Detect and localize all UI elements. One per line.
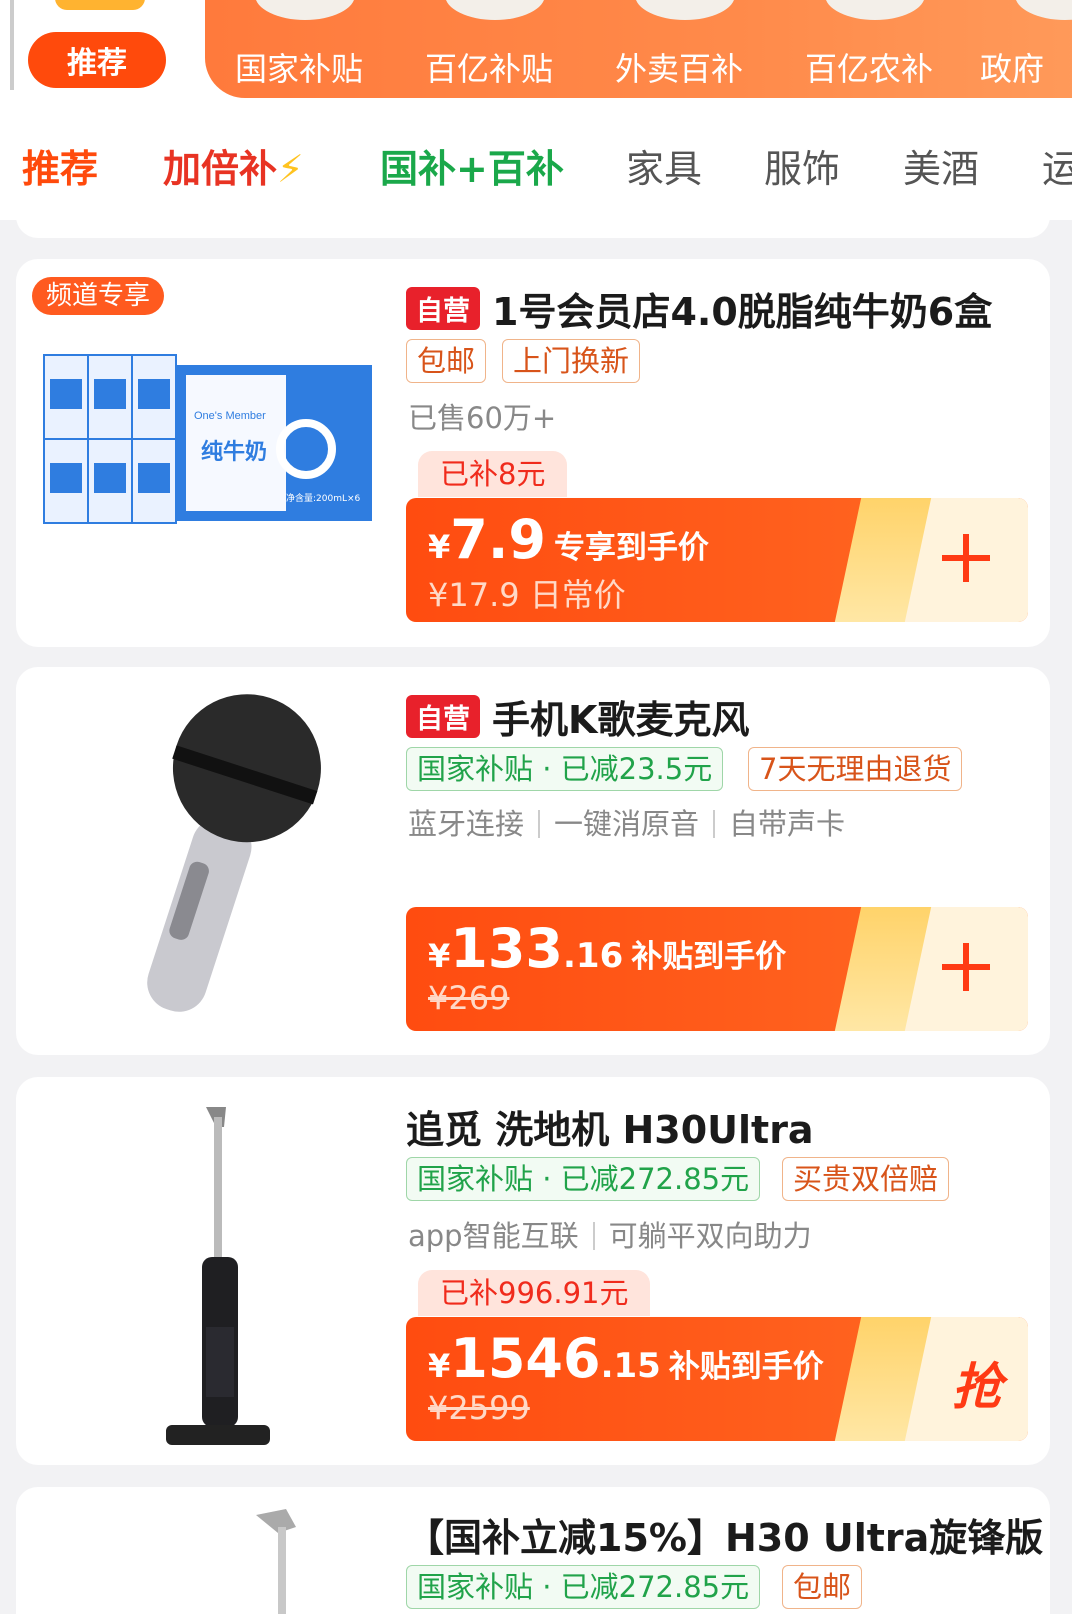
tab-national-plus-subsidy[interactable]: 国补+百补 [380, 138, 564, 193]
price-currency: ¥ [428, 1347, 451, 1385]
feature-item: app智能互联 [408, 1219, 579, 1253]
lightning-icon: ⚡ [277, 147, 304, 191]
category-strip: 国家补贴 百亿补贴 外卖百补 百亿农补 政府 [205, 0, 1072, 98]
plus-icon[interactable] [936, 528, 996, 588]
price-main: ¥1546.15 补贴到手价 [428, 1327, 824, 1390]
tab-double-subsidy[interactable]: 加倍补⚡ [163, 138, 304, 193]
product-title-text: 手机K歌麦克风 [492, 698, 750, 742]
tag-national-subsidy: 国家补贴 · 已减272.85元 [406, 1157, 761, 1201]
price-bar[interactable]: ¥1546.15 补贴到手价 ¥2599 抢 [406, 1317, 1028, 1441]
category-icon [1015, 0, 1072, 20]
product-card[interactable]: 追觅 洗地机 H30Ultra 国家补贴 · 已减272.85元 买贵双倍赔 a… [16, 1077, 1050, 1465]
tag-7day-return: 7天无理由退货 [748, 747, 963, 791]
product-image [16, 1077, 396, 1465]
image-spec-text: 净含量:200mL×6 [286, 492, 361, 504]
price-bar[interactable]: ¥133.16 补贴到手价 ¥269 [406, 907, 1028, 1031]
tag-home-replacement: 上门换新 [502, 339, 641, 383]
tab-apparel[interactable]: 服饰 [764, 138, 840, 193]
category-icon [825, 0, 925, 20]
category-ten-billion-subsidy[interactable]: 百亿补贴 [425, 44, 553, 90]
price-main: ¥133.16 补贴到手价 [428, 917, 786, 980]
divider [713, 810, 716, 838]
price-value: 1546 [450, 1327, 601, 1390]
price-main: ¥7.9 专享到手价 [428, 508, 709, 571]
sold-count: 已售60万+ [408, 401, 557, 435]
category-icon [445, 0, 545, 20]
tab-more[interactable]: 运 [1042, 138, 1072, 193]
price-value: 133 [450, 917, 563, 980]
category-takeout-subsidy[interactable]: 外卖百补 [615, 44, 743, 90]
tab-recommend[interactable]: 推荐 [22, 138, 98, 193]
subsidy-amount: 已补996.91元 [418, 1270, 651, 1316]
tab-furniture[interactable]: 家具 [626, 138, 702, 193]
product-title: 自营 1号会员店4.0脱脂纯牛奶6盒 [406, 281, 992, 336]
category-icon [255, 0, 355, 20]
tab-wine[interactable]: 美酒 [903, 138, 979, 193]
original-price: ¥269 [428, 979, 510, 1017]
product-title: 【国补立减15%】H30 Ultra旋锋版 [406, 1516, 1044, 1560]
price-bar[interactable]: ¥7.9 专享到手价 ¥17.9 日常价 [406, 498, 1028, 622]
product-title-text: 1号会员店4.0脱脂纯牛奶6盒 [492, 290, 993, 334]
price-label: 补贴到手价 [631, 939, 787, 975]
channel-exclusive-badge: 频道专享 [32, 277, 165, 315]
price-label: 专享到手价 [553, 530, 709, 566]
image-brand-text: One's Member [194, 410, 266, 422]
category-icon [635, 0, 735, 20]
product-card[interactable]: One's Member 纯牛奶 净含量:200mL×6 频道专享 自营 1号会员… [16, 259, 1050, 647]
plus-icon[interactable] [936, 937, 996, 997]
tag-national-subsidy: 国家补贴 · 已减272.85元 [406, 1565, 761, 1609]
product-title: 自营 手机K歌麦克风 [406, 689, 749, 744]
tab-double-subsidy-label: 加倍补 [163, 147, 278, 191]
price-decimal: .16 [563, 936, 624, 976]
price-label: 补贴到手价 [668, 1349, 824, 1385]
grab-button[interactable]: 抢 [952, 1347, 1002, 1419]
subsidy-amount: 已补8元 [418, 451, 568, 497]
page: 国家补贴 百亿补贴 外卖百补 百亿农补 政府 推荐 推荐 加倍补⚡ 国补+百补 … [0, 0, 1072, 1614]
product-card[interactable]: 【国补立减15%】H30 Ultra旋锋版 国家补贴 · 已减272.85元 包… [16, 1487, 1050, 1614]
price-currency: ¥ [428, 528, 451, 566]
self-operated-tag: 自营 [406, 695, 480, 738]
gift-icon [55, 0, 145, 10]
tag-national-subsidy: 国家补贴 · 已减23.5元 [406, 747, 724, 791]
image-product-text: 纯牛奶 [201, 439, 267, 465]
feature-list: app智能互联 可躺平双向助力 [408, 1213, 812, 1255]
tag-free-shipping: 包邮 [406, 339, 487, 383]
category-agri-subsidy[interactable]: 百亿农补 [805, 44, 933, 90]
price-decimal: .15 [600, 1346, 661, 1386]
feature-item: 蓝牙连接 [408, 807, 525, 841]
feature-list: 蓝牙连接 一键消原音 自带声卡 [408, 801, 845, 843]
product-title: 追觅 洗地机 H30Ultra [406, 1108, 814, 1152]
divider [592, 1222, 595, 1250]
tag-free-shipping: 包邮 [782, 1565, 863, 1609]
self-operated-tag: 自营 [406, 287, 480, 330]
product-image [16, 1487, 396, 1614]
previous-card-stub [16, 190, 1050, 238]
category-government[interactable]: 政府 [980, 44, 1044, 90]
original-price: ¥17.9 日常价 [428, 576, 626, 614]
category-national-subsidy[interactable]: 国家补贴 [235, 44, 363, 90]
feature-item: 一键消原音 [554, 807, 700, 841]
divider [10, 0, 14, 90]
feature-item: 可躺平双向助力 [608, 1219, 812, 1253]
product-image: One's Member 纯牛奶 净含量:200mL×6 [16, 259, 396, 647]
price-currency: ¥ [428, 937, 451, 975]
feature-item: 自带声卡 [729, 807, 846, 841]
divider [538, 810, 541, 838]
top-category-bar: 国家补贴 百亿补贴 外卖百补 百亿农补 政府 推荐 [0, 0, 1072, 110]
product-image [16, 667, 396, 1055]
recommend-pill[interactable]: 推荐 [28, 32, 166, 88]
original-price: ¥2599 [428, 1389, 530, 1427]
product-card[interactable]: 自营 手机K歌麦克风 国家补贴 · 已减23.5元 7天无理由退货 蓝牙连接 一键消… [16, 667, 1050, 1055]
tag-double-compensation: 买贵双倍赔 [782, 1157, 950, 1201]
price-value: 7.9 [450, 508, 546, 571]
